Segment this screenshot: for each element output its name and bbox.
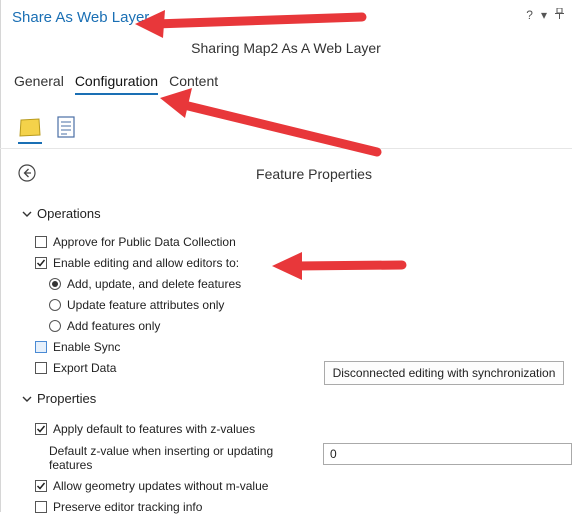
tab-content[interactable]: Content: [169, 73, 218, 95]
properties-section-header[interactable]: Properties: [22, 391, 96, 406]
tab-bar: General Configuration Content: [14, 73, 218, 95]
export-data-label: Export Data: [53, 361, 117, 375]
geometry-updates-label: Allow geometry updates without m-value: [53, 479, 269, 493]
chevron-down-icon: [22, 211, 32, 217]
sync-editing-button[interactable]: Disconnected editing with synchronizatio…: [324, 361, 564, 385]
properties-label: Properties: [37, 391, 97, 406]
pane-title: Share As Web Layer: [12, 9, 150, 26]
checkmark-icon: [36, 259, 46, 267]
radio-add-only-row: Add features only: [49, 319, 160, 333]
operations-label: Operations: [37, 206, 101, 221]
radio-update-attributes-label: Update feature attributes only: [67, 298, 225, 312]
export-data-checkbox[interactable]: [35, 362, 47, 374]
radio-add-update-delete[interactable]: [49, 278, 61, 290]
z-default-checkbox[interactable]: [35, 423, 47, 435]
divider: [0, 148, 572, 149]
help-icon[interactable]: ?: [526, 8, 533, 22]
radio-add-update-delete-row: Add, update, and delete features: [49, 277, 241, 291]
radio-update-attributes-row: Update feature attributes only: [49, 298, 224, 312]
radio-selected-dot: [52, 281, 58, 287]
options-menu-icon[interactable]: ▾: [541, 8, 547, 22]
tab-general[interactable]: General: [14, 73, 64, 95]
feature-layer-icon: [19, 118, 41, 137]
radio-add-only-label: Add features only: [67, 319, 161, 333]
enable-sync-checkbox[interactable]: [35, 341, 47, 353]
pin-icon[interactable]: [555, 7, 564, 22]
approve-public-checkbox[interactable]: [35, 236, 47, 248]
enable-editing-row: Enable editing and allow editors to:: [35, 256, 239, 270]
approve-public-row: Approve for Public Data Collection: [35, 235, 236, 249]
panel-title: Feature Properties: [256, 166, 372, 182]
operations-section-header[interactable]: Operations: [22, 206, 101, 221]
tab-configuration[interactable]: Configuration: [74, 73, 159, 95]
z-value-label: Default z-value when inserting or updati…: [49, 444, 274, 472]
enable-editing-checkbox[interactable]: [35, 257, 47, 269]
geometry-updates-row: Allow geometry updates without m-value: [35, 479, 268, 493]
feature-layer-button[interactable]: [16, 113, 44, 144]
dialog-subtitle: Sharing Map2 As A Web Layer: [191, 40, 381, 56]
preserve-tracking-row: Preserve editor tracking info: [35, 500, 202, 514]
radio-add-only[interactable]: [49, 320, 61, 332]
header-controls: ? ▾: [526, 7, 564, 22]
chevron-down-icon: [22, 396, 32, 402]
approve-public-label: Approve for Public Data Collection: [53, 235, 236, 249]
enable-editing-label: Enable editing and allow editors to:: [53, 256, 240, 270]
layer-list-button[interactable]: [52, 113, 80, 141]
radio-add-update-delete-label: Add, update, and delete features: [67, 277, 242, 291]
enable-sync-row: Enable Sync: [35, 340, 120, 354]
checkmark-icon: [36, 482, 46, 490]
z-default-row: Apply default to features with z-values: [35, 422, 255, 436]
radio-update-attributes[interactable]: [49, 299, 61, 311]
geometry-updates-checkbox[interactable]: [35, 480, 47, 492]
config-icon-bar: [16, 113, 80, 144]
enable-sync-label: Enable Sync: [53, 340, 121, 354]
checkmark-icon: [36, 425, 46, 433]
z-default-label: Apply default to features with z-values: [53, 422, 256, 436]
layer-list-icon: [57, 116, 75, 138]
preserve-tracking-label: Preserve editor tracking info: [53, 500, 203, 514]
z-value-input[interactable]: 0: [323, 443, 572, 465]
preserve-tracking-checkbox[interactable]: [35, 501, 47, 513]
export-data-row: Export Data: [35, 361, 116, 375]
